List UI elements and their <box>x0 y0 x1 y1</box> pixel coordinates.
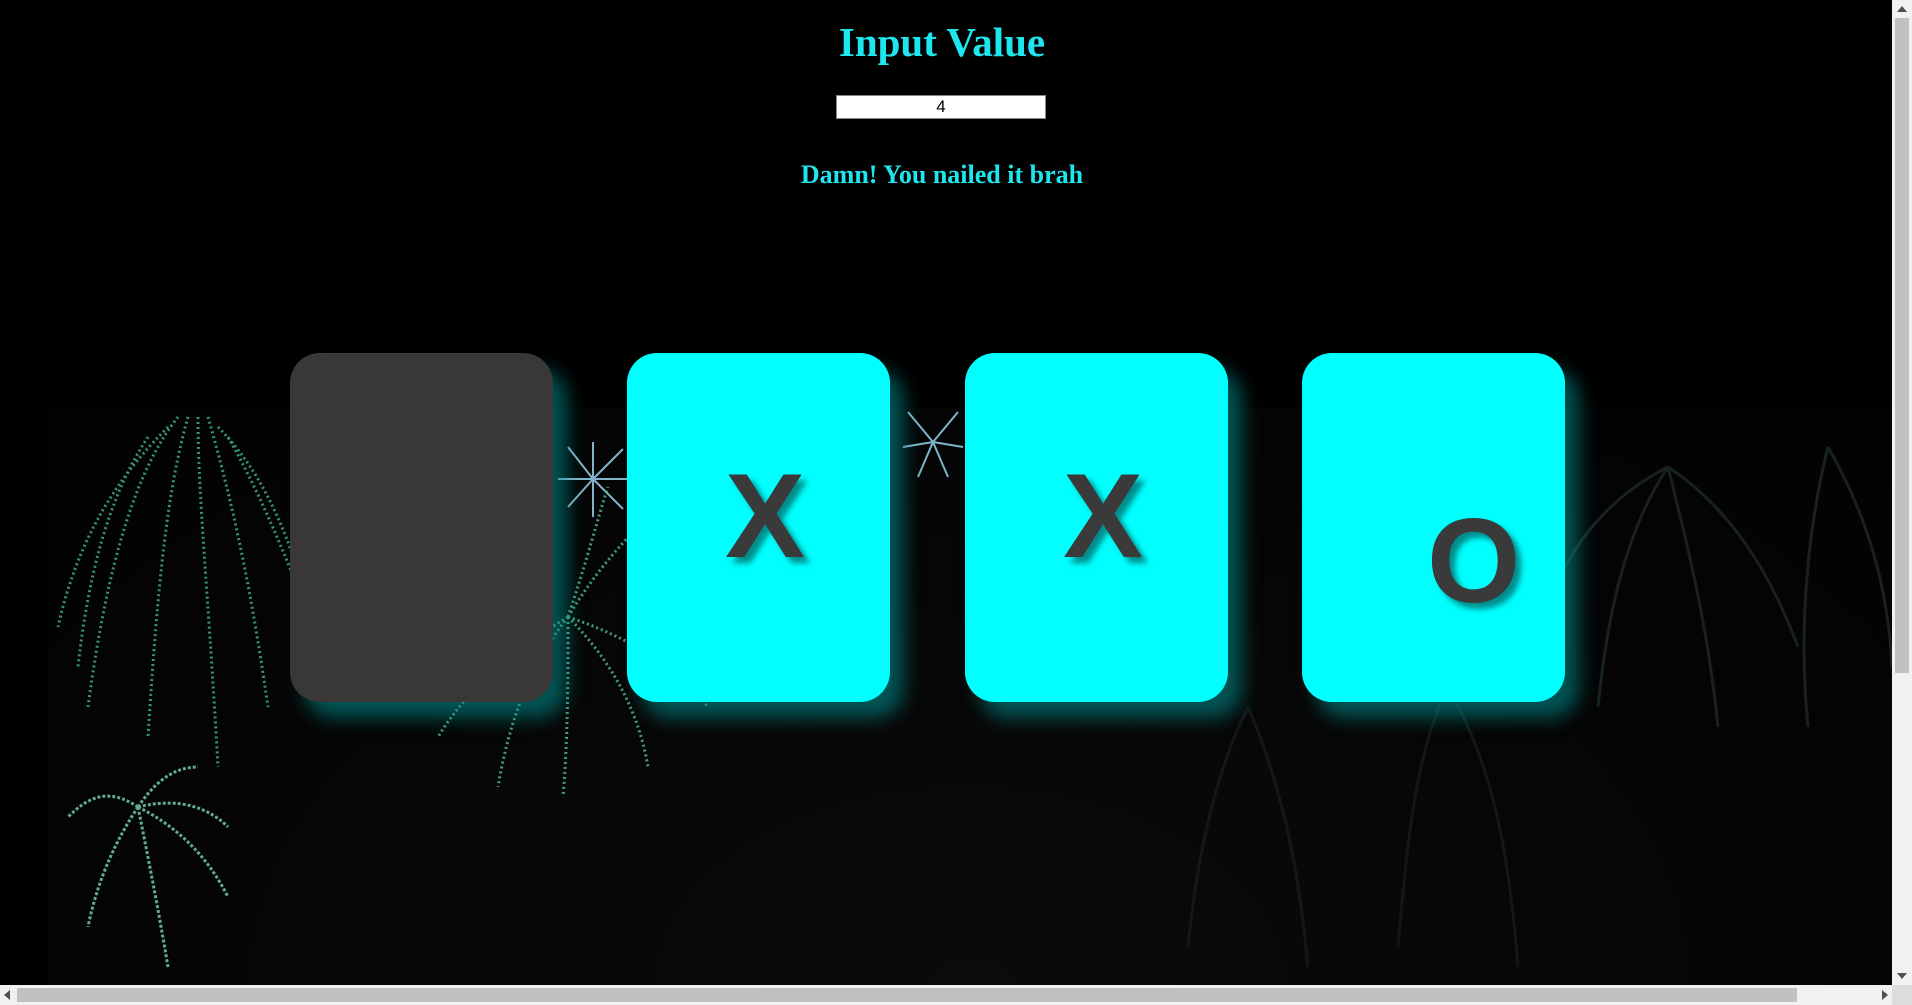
card-2-symbol: X <box>725 449 806 583</box>
card-3[interactable]: X <box>965 353 1228 702</box>
scrollbar-corner <box>1892 985 1912 1005</box>
horizontal-scrollbar[interactable] <box>0 985 1892 1005</box>
result-message: Damn! You nailed it brah <box>800 160 1084 189</box>
scroll-right-arrow-icon[interactable] <box>1882 990 1888 1000</box>
card-2[interactable]: X <box>627 353 890 702</box>
card-3-symbol: X <box>1063 449 1144 583</box>
page-title: Input Value <box>838 19 1046 65</box>
vertical-scroll-thumb[interactable] <box>1895 18 1909 673</box>
game-page: Input Value Damn! You nailed it brah X X… <box>0 0 1912 1005</box>
horizontal-scroll-thumb[interactable] <box>17 988 1797 1002</box>
scroll-left-arrow-icon[interactable] <box>4 990 10 1000</box>
card-4[interactable]: O <box>1302 353 1565 702</box>
card-4-symbol: O <box>1427 494 1521 628</box>
card-1[interactable] <box>290 353 553 702</box>
card-row: X X O <box>290 353 1570 705</box>
scroll-down-arrow-icon[interactable] <box>1897 973 1907 979</box>
value-input[interactable] <box>836 95 1046 119</box>
scroll-up-arrow-icon[interactable] <box>1897 6 1907 12</box>
vertical-scrollbar[interactable] <box>1892 0 1912 985</box>
